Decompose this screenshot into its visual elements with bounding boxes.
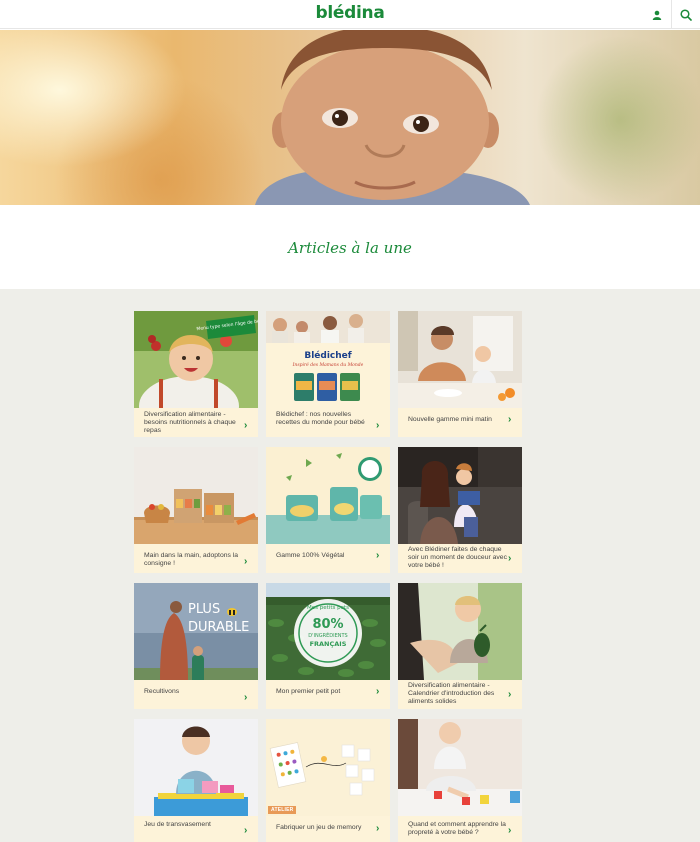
atelier-badge: ATELIER [268, 806, 297, 814]
card-caption: Quand et comment apprendre la propreté à… [408, 821, 506, 837]
card-caption: Nouvelle gamme mini matin [408, 416, 492, 423]
card-caption: Avec Blédiner faites de chaque soir un m… [408, 546, 507, 570]
article-card[interactable]: Menu type selon l'âge de bébé Diversific… [134, 311, 258, 437]
chevron-right-icon: › [244, 420, 248, 431]
card-image-text: PLUS [188, 602, 220, 617]
card-image-text: Inspiré des Mamans du Monde [292, 361, 364, 368]
chevron-right-icon: › [244, 825, 248, 836]
chevron-right-icon: › [376, 686, 380, 697]
article-card[interactable]: Blédichef Inspiré des Mamans du Monde Bl… [266, 311, 390, 437]
article-card[interactable]: Jeu de transvasement › [134, 719, 258, 842]
card-caption: Recultivons [144, 688, 180, 695]
card-image [398, 583, 522, 680]
article-card[interactable]: Gamme 100% Végétal › [266, 447, 390, 573]
bledina-logo[interactable]: blédina [0, 3, 700, 23]
card-caption: Diversification alimentaire - Calendrier… [408, 682, 495, 706]
chevron-right-icon: › [376, 550, 380, 561]
card-image-text: 80% [312, 617, 343, 632]
card-image [134, 447, 258, 544]
chevron-right-icon: › [376, 420, 380, 431]
card-image [398, 719, 522, 816]
card-image-text: Mes petits pots [307, 605, 349, 611]
card-image [266, 447, 390, 544]
card-caption: Mon premier petit pot [276, 688, 341, 695]
card-image-text: Blédichef [304, 350, 351, 361]
card-image: ATELIER [266, 719, 390, 816]
chevron-right-icon: › [376, 823, 380, 834]
card-image: Blédichef Inspiré des Mamans du Monde [266, 311, 390, 408]
article-card[interactable]: ATELIER Fabriquer un jeu de memory › [266, 719, 390, 842]
user-icon[interactable] [643, 0, 671, 29]
site-header: blédina [0, 0, 700, 29]
article-card[interactable]: Avec Blédiner faites de chaque soir un m… [398, 447, 522, 573]
article-card[interactable]: Quand et comment apprendre la propreté à… [398, 719, 522, 842]
card-image: Mes petits pots 80% D'INGRÉDIENTS FRANÇA… [266, 583, 390, 680]
article-card[interactable]: Main dans la main, adoptons la consigne … [134, 447, 258, 573]
card-image-text: D'INGRÉDIENTS [308, 631, 347, 639]
section-title: Articles à la une [288, 239, 412, 257]
chevron-right-icon: › [508, 553, 512, 564]
card-caption: Diversification alimentaire - besoins nu… [144, 411, 236, 435]
card-caption: Jeu de transvasement [144, 821, 211, 828]
card-image [398, 447, 522, 544]
article-card[interactable]: Nouvelle gamme mini matin › [398, 311, 522, 437]
card-caption: Main dans la main, adoptons la consigne … [144, 552, 239, 568]
card-image [134, 719, 258, 816]
hero-baby-image [255, 30, 530, 205]
article-card[interactable]: PLUS DURABLE Recultivons › [134, 583, 258, 709]
chevron-right-icon: › [508, 689, 512, 700]
search-icon[interactable] [671, 0, 699, 29]
card-image: Menu type selon l'âge de bébé [134, 311, 258, 408]
card-caption: Fabriquer un jeu de memory [276, 824, 362, 831]
chevron-right-icon: › [244, 692, 248, 703]
card-image: PLUS DURABLE [134, 583, 258, 680]
chevron-right-icon: › [508, 825, 512, 836]
hero-banner [0, 30, 700, 205]
article-card[interactable]: Diversification alimentaire - Calendrier… [398, 583, 522, 709]
chevron-right-icon: › [508, 414, 512, 425]
card-image-text: DURABLE [188, 620, 249, 635]
article-card[interactable]: Mes petits pots 80% D'INGRÉDIENTS FRANÇA… [266, 583, 390, 709]
card-image [398, 311, 522, 408]
articles-grid: Menu type selon l'âge de bébé Diversific… [0, 289, 700, 842]
card-caption: Blédichef : nos nouvelles recettes du mo… [276, 411, 365, 427]
chevron-right-icon: › [244, 556, 248, 567]
card-caption: Gamme 100% Végétal [276, 552, 345, 559]
card-image-text: FRANÇAIS [310, 640, 347, 648]
section-header: Articles à la une [0, 205, 700, 289]
